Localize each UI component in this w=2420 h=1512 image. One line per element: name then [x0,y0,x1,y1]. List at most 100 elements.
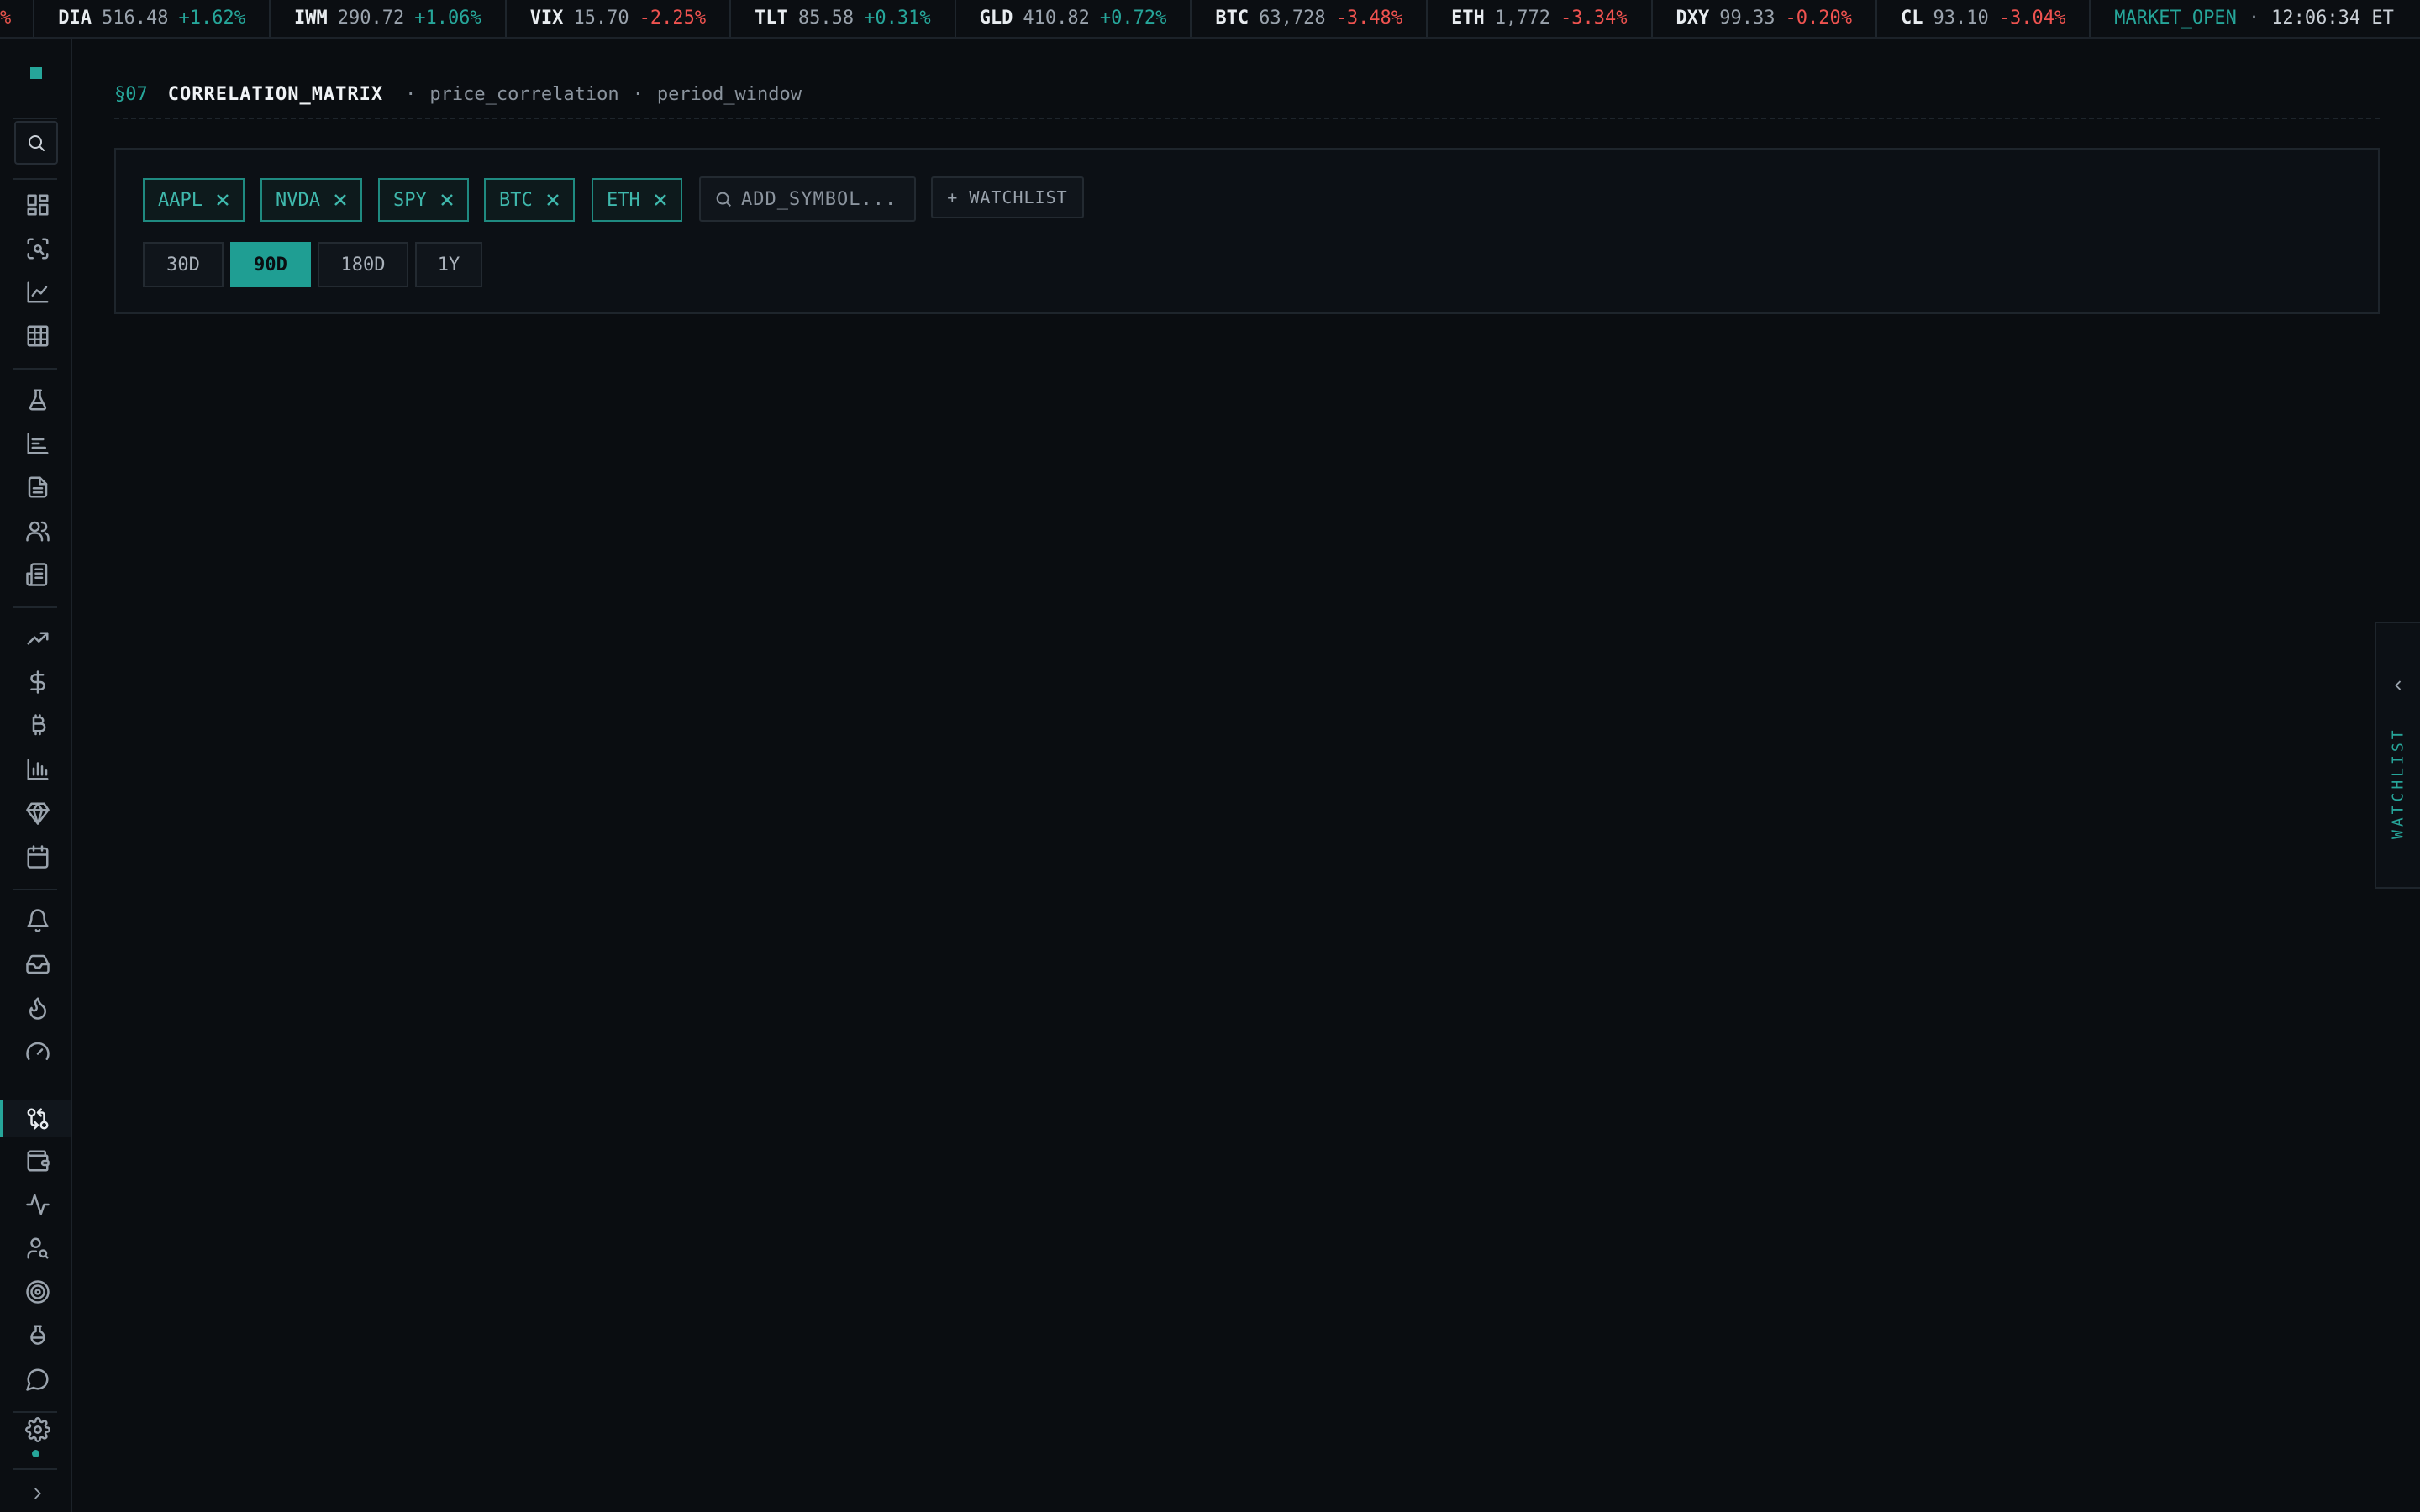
close-icon[interactable] [334,193,347,207]
close-icon[interactable] [654,193,667,207]
ticker-change: -3.34% [1560,8,1628,29]
users-icon[interactable] [21,514,55,548]
bar-chart-icon[interactable] [21,753,55,786]
page-subtitle-window: period_window [656,83,802,105]
news-icon[interactable] [21,558,55,591]
ticker-item[interactable]: BTC 63,728 -3.48% [1192,0,1428,37]
beaker-icon[interactable] [21,1319,55,1352]
ticker-fragment: % [0,0,35,37]
close-icon[interactable] [546,193,560,207]
trending-up-icon[interactable] [21,622,55,655]
divider [13,178,57,180]
divider [13,1468,57,1470]
period-1y-button[interactable]: 1Y [415,242,482,287]
bitcoin-icon[interactable] [21,709,55,743]
ticker-item[interactable]: DXY 99.33 -0.20% [1653,0,1877,37]
close-icon[interactable] [440,193,454,207]
symbol-chip[interactable]: ETH [592,178,682,222]
period-90d-button[interactable]: 90D [230,242,311,287]
ticker-price: 1,772 [1494,8,1551,29]
active-nav-indicator [0,1100,3,1137]
add-symbol-field[interactable] [699,176,916,222]
ticker-symbol: BTC [1215,8,1249,29]
market-status-label: MARKET_OPEN [2114,8,2237,29]
ticker-price: 516.48 [102,8,169,29]
scan-search-icon[interactable] [21,232,55,265]
ticker-change: -2.25% [639,8,707,29]
message-icon[interactable] [21,1362,55,1396]
search-icon [29,135,45,151]
ticker-change: -3.48% [1335,8,1403,29]
ticker-symbol: IWM [293,8,328,29]
ticker-symbol: VIX [529,8,564,29]
ticker-item[interactable]: DIA 516.48 +1.62% [34,0,271,37]
document-icon[interactable] [21,470,55,504]
symbol-chip[interactable]: BTC [484,178,575,222]
divider [13,368,57,370]
ticker-price: 99.33 [1719,8,1776,29]
target-icon[interactable] [21,1275,55,1309]
ticker-item[interactable]: IWM 290.72 +1.06% [271,0,507,37]
user-search-icon[interactable] [21,1231,55,1265]
ticker-price: 63,728 [1259,8,1326,29]
flame-icon[interactable] [21,991,55,1025]
ticker-symbol: DIA [58,8,92,29]
calendar-icon[interactable] [21,840,55,874]
symbol-chip-label: AAPL [158,189,203,211]
period-180d-button[interactable]: 180D [318,242,408,287]
add-symbol-input[interactable] [741,188,901,210]
search-icon [716,192,731,207]
ticker-price: 15.70 [573,8,629,29]
ticker-symbol: GLD [979,8,1013,29]
symbol-chip-label: NVDA [276,189,320,211]
market-status: MARKET_OPEN · 12:06:34 ET [2091,0,2417,37]
close-icon[interactable] [216,193,229,207]
bell-icon[interactable] [21,904,55,937]
ticker-symbol: DXY [1676,8,1710,29]
settings-icon[interactable] [21,1413,55,1446]
add-watchlist-button[interactable]: + WATCHLIST [931,176,1084,218]
git-compare-icon[interactable] [21,1102,55,1136]
divider [13,889,57,890]
symbol-chip[interactable]: NVDA [260,178,362,222]
gem-icon[interactable] [21,796,55,830]
gauge-icon[interactable] [21,1035,55,1068]
section-number: §07 [114,83,148,105]
activity-icon[interactable] [21,1188,55,1221]
expand-sidebar-icon[interactable] [21,1477,55,1510]
symbol-chip-label: SPY [393,189,427,211]
ticker-item[interactable]: TLT 85.58 +0.31% [731,0,956,37]
ticker-symbol: ETH [1451,8,1485,29]
sidebar-search-button[interactable] [14,121,58,165]
symbol-chip[interactable]: SPY [378,178,469,222]
ticker-bar: % DIA 516.48 +1.62% IWM 290.72 +1.06% VI… [0,0,2420,39]
watchlist-drawer-tab[interactable]: WATCHLIST [2375,622,2420,889]
dashboard-icon[interactable] [21,188,55,222]
ticker-item[interactable]: GLD 410.82 +0.72% [956,0,1192,37]
symbol-chip[interactable]: AAPL [143,178,245,222]
watchlist-tab-label: WATCHLIST [2389,727,2407,839]
line-chart-icon[interactable] [21,276,55,309]
page-title: CORRELATION_MATRIX [167,83,384,105]
ticker-item[interactable]: VIX 15.70 -2.25% [507,0,732,37]
bar-list-icon[interactable] [21,427,55,460]
wallet-icon[interactable] [21,1144,55,1178]
logo[interactable] [30,67,42,79]
separator: · [632,83,644,105]
ticker-change: -3.04% [1998,8,2066,29]
ticker-price: 85.58 [797,8,855,29]
inbox-icon[interactable] [21,948,55,981]
divider [13,606,57,608]
ticker-price: 410.82 [1023,8,1090,29]
grid-table-icon[interactable] [21,319,55,353]
symbol-chip-label: BTC [499,189,533,211]
period-30d-button[interactable]: 30D [143,242,224,287]
ticker-change: +1.62% [178,8,245,29]
flask-icon[interactable] [21,383,55,417]
ticker-item[interactable]: ETH 1,772 -3.34% [1428,0,1653,37]
ticker-price: 93.10 [1933,8,1989,29]
ticker-item[interactable]: CL 93.10 -3.04% [1877,0,2091,37]
ticker-change: -0.20% [1785,8,1852,29]
controls-panel: AAPL NVDA SPY BTC ETH + WATCHLIST 30D 90… [114,148,2380,314]
dollar-icon[interactable] [21,665,55,699]
